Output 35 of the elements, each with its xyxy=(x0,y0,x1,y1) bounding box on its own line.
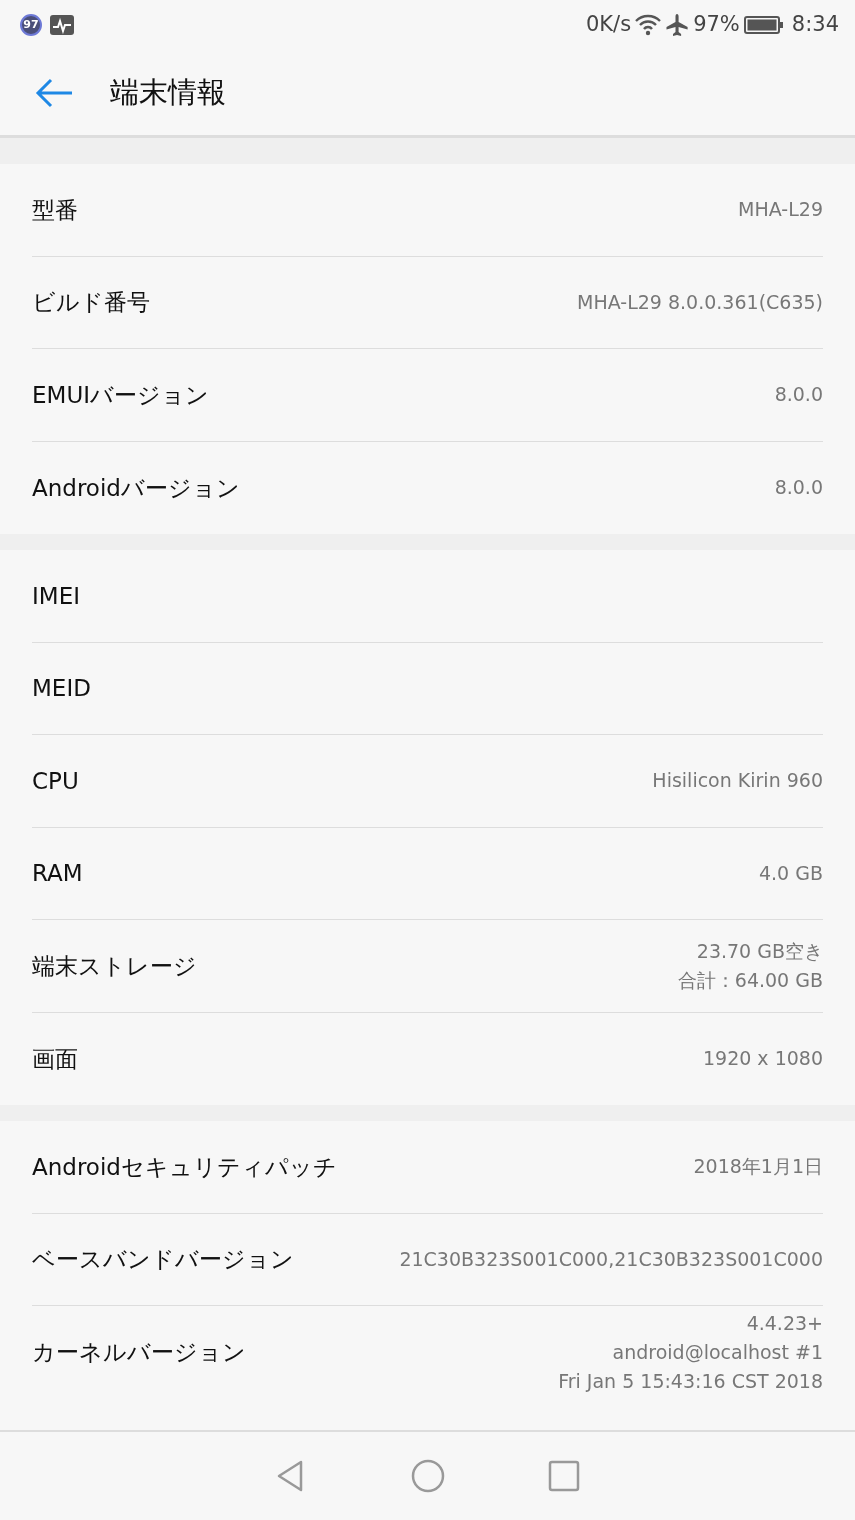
setting-value: 4.0 GB xyxy=(758,860,823,886)
network-speed: 0K/s xyxy=(586,11,632,39)
setting-label: ビルド番号 xyxy=(32,288,150,317)
setting-value: Hisilicon Kirin 960 xyxy=(651,768,823,794)
setting-value: 8.0.0 xyxy=(773,475,823,501)
setting-label: RAM xyxy=(32,859,83,888)
setting-value: 4.4.23+ android@localhost #1 Fri Jan 5 15:43:16 CST 2018 xyxy=(557,1310,823,1394)
battery-percent: 97% xyxy=(693,11,740,39)
page-title: 端末情報 xyxy=(110,73,226,111)
setting-label: IMEI xyxy=(32,581,80,611)
setting-label: Androidセキュリティパッチ xyxy=(32,1152,337,1182)
setting-label: ベースバンドバージョン xyxy=(32,1245,294,1274)
activity-icon xyxy=(50,15,74,35)
setting-value: 8.0.0 xyxy=(773,382,823,408)
setting-label: MEID xyxy=(32,674,91,703)
setting-label: 画面 xyxy=(32,1044,78,1074)
setting-value: MHA-L29 8.0.0.361(C635) xyxy=(576,289,823,315)
notification-badge: 97 xyxy=(20,14,42,36)
clock: 8:34 xyxy=(791,11,839,39)
wifi-icon xyxy=(635,14,662,36)
setting-label: CPU xyxy=(32,766,79,796)
battery-icon xyxy=(743,15,784,35)
setting-value: 1920 x 1080 xyxy=(701,1046,823,1072)
setting-value: 23.70 GB空き 合計：64.00 GB xyxy=(676,938,823,993)
back-button[interactable] xyxy=(34,76,74,109)
setting-label: 型番 xyxy=(32,195,78,225)
airplane-icon xyxy=(665,13,690,37)
setting-value: 21C30B323S001C000,21C30B323S001C000 xyxy=(398,1246,823,1272)
setting-label: EMUIバージョン xyxy=(32,380,209,410)
setting-label: カーネルバージョン xyxy=(32,1338,246,1367)
setting-value: MHA-L29 xyxy=(737,197,823,223)
setting-label: 端末ストレージ xyxy=(32,951,197,981)
home-icon[interactable] xyxy=(409,1458,446,1494)
setting-value: 2018年1月1日 xyxy=(692,1154,823,1180)
setting-label: Androidバージョン xyxy=(32,473,240,503)
